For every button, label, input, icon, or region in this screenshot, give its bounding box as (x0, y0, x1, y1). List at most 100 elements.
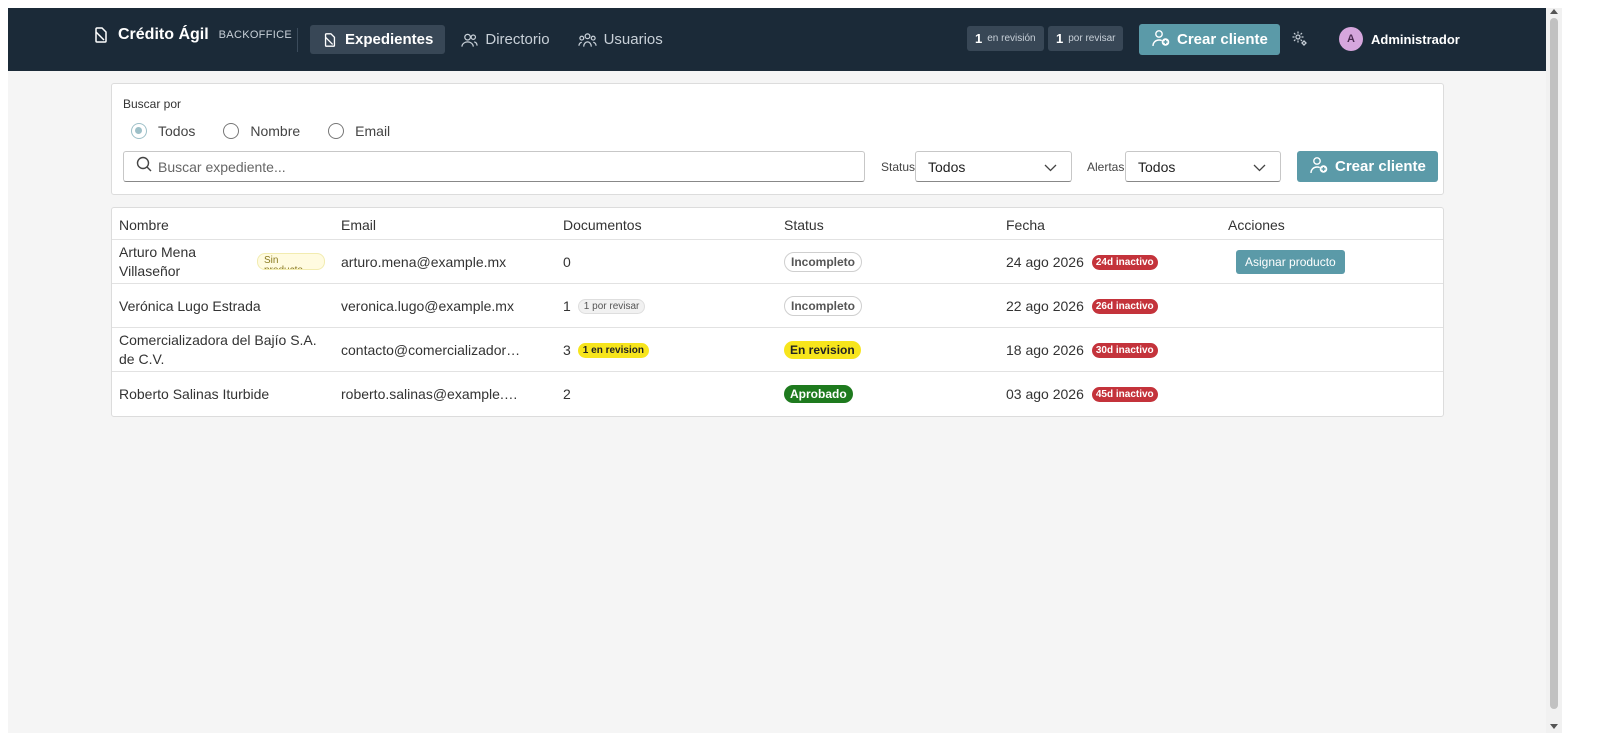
create-client-button-panel[interactable]: Crear cliente (1297, 151, 1438, 182)
client-email: veronica.lugo@example.mx (341, 298, 514, 314)
in-review-badge: 1 en revision (577, 342, 649, 358)
column-header-email[interactable]: Email (341, 217, 376, 233)
date-value: 18 ago 2026 (1006, 342, 1084, 358)
date-value: 03 ago 2026 (1006, 386, 1084, 402)
date-cell: 22 ago 2026 26d inactivo (1006, 284, 1158, 328)
column-header-acciones: Acciones (1228, 217, 1285, 233)
create-client-button[interactable]: Crear cliente (1139, 24, 1280, 55)
inactive-badge: 24d inactivo (1091, 254, 1158, 270)
counter-label: en revisión (987, 33, 1036, 44)
users-icon (461, 32, 479, 48)
date-value: 24 ago 2026 (1006, 254, 1084, 270)
client-name[interactable]: Roberto Salinas Iturbide (119, 372, 329, 416)
nav-directorio[interactable]: Directorio (449, 25, 561, 54)
search-input[interactable] (158, 158, 838, 175)
inactive-badge: 26d inactivo (1091, 298, 1158, 314)
alerts-filter-select[interactable]: Todos (1125, 151, 1281, 182)
status-badge: Incompleto (784, 296, 863, 316)
status-filter-select[interactable]: Todos (915, 151, 1072, 182)
clients-table: Nombre Email Documentos Status Fecha Acc… (111, 207, 1444, 417)
table-row[interactable]: Roberto Salinas Iturbide roberto.salinas… (112, 372, 1443, 416)
documents-cell: 3 1 en revision (563, 328, 649, 372)
scroll-down-icon[interactable] (1550, 724, 1558, 729)
client-name[interactable]: Arturo Mena Villaseñor (119, 240, 259, 284)
table-row[interactable]: Arturo Mena Villaseñor Sin producto artu… (112, 240, 1443, 284)
scrollbar-thumb[interactable] (1550, 18, 1558, 709)
status-filter-value: Todos (928, 158, 966, 175)
date-cell: 24 ago 2026 24d inactivo (1006, 240, 1158, 284)
inactive-badge: 45d inactivo (1091, 386, 1158, 402)
document-icon (322, 32, 338, 48)
search-by-label: Buscar por (123, 97, 182, 111)
avatar: A (1339, 27, 1363, 51)
top-bar: Crédito Ágil BACKOFFICE Expedientes Dire… (8, 8, 1546, 71)
search-panel: Buscar por Todos Nombre Email Buscar exp… (111, 83, 1444, 195)
chevron-down-icon (1044, 159, 1057, 175)
client-name[interactable]: Comercializadora del Bajío S.A. de C.V. (119, 328, 329, 372)
add-user-icon (1151, 29, 1171, 51)
date-value: 22 ago 2026 (1006, 298, 1084, 314)
main-nav: Expedientes Directorio Usuarios (310, 25, 675, 54)
app-window: Crédito Ágil BACKOFFICE Expedientes Dire… (8, 8, 1546, 733)
table-row[interactable]: Verónica Lugo Estrada veronica.lugo@exam… (112, 284, 1443, 328)
no-product-badge: Sin producto (257, 253, 325, 270)
document-icon (92, 26, 110, 44)
create-client-label: Crear cliente (1335, 158, 1426, 175)
actions-cell: Asignar producto (1236, 240, 1345, 284)
status-cell: Incompleto (784, 284, 863, 328)
status-badge: En revision (784, 341, 861, 359)
pending-review-badge: 1 por revisar (577, 298, 646, 314)
column-header-status[interactable]: Status (784, 217, 824, 233)
documents-count: 1 (563, 298, 571, 314)
status-badge: Aprobado (784, 385, 853, 403)
gear-icon[interactable] (1291, 30, 1309, 53)
nav-usuarios[interactable]: Usuarios (566, 25, 675, 54)
header-divider (297, 28, 298, 52)
radio-nombre[interactable]: Nombre (223, 123, 300, 139)
chevron-down-icon (1253, 159, 1266, 175)
page-scrollbar[interactable] (1546, 8, 1562, 733)
user-group-icon (577, 32, 597, 48)
radio-dot[interactable] (131, 123, 147, 139)
scroll-up-icon[interactable] (1550, 9, 1558, 14)
radio-dot[interactable] (223, 123, 240, 139)
search-by-options: Todos Nombre Email (131, 123, 390, 139)
counter-label: por revisar (1068, 33, 1116, 44)
status-filter-label: Status (881, 160, 916, 174)
create-client-label: Crear cliente (1177, 31, 1268, 48)
documents-count: 2 (563, 386, 571, 402)
column-header-fecha[interactable]: Fecha (1006, 217, 1045, 233)
search-icon (136, 156, 152, 177)
documents-count: 0 (563, 254, 571, 270)
counter-en-revision[interactable]: 1 en revisión (967, 26, 1044, 51)
radio-label: Todos (158, 123, 196, 139)
brand-subtitle: BACKOFFICE (218, 29, 292, 41)
counter-count: 1 (1056, 31, 1064, 46)
user-name: Administrador (1371, 31, 1460, 47)
documents-count: 3 (563, 342, 571, 358)
date-cell: 18 ago 2026 30d inactivo (1006, 328, 1158, 372)
add-user-icon (1309, 156, 1329, 178)
assign-product-button[interactable]: Asignar producto (1236, 250, 1345, 274)
user-menu[interactable]: A Administrador (1339, 27, 1460, 51)
radio-todos[interactable]: Todos (131, 123, 195, 139)
table-row[interactable]: Comercializadora del Bajío S.A. de C.V. … (112, 328, 1443, 372)
inactive-badge: 30d inactivo (1091, 342, 1158, 358)
radio-label: Nombre (250, 123, 301, 139)
client-email: roberto.salinas@example.mx (341, 386, 521, 402)
radio-email[interactable]: Email (328, 123, 390, 139)
status-cell: Aprobado (784, 372, 853, 416)
date-cell: 03 ago 2026 45d inactivo (1006, 372, 1158, 416)
column-header-nombre[interactable]: Nombre (119, 217, 169, 233)
radio-dot[interactable] (328, 123, 345, 139)
status-cell: En revision (784, 328, 861, 372)
alerts-filter-value: Todos (1138, 158, 1176, 175)
brand[interactable]: Crédito Ágil BACKOFFICE (92, 26, 292, 44)
column-header-documentos[interactable]: Documentos (563, 217, 642, 233)
client-email: contacto@comercializadora.mx (341, 342, 521, 358)
client-name[interactable]: Verónica Lugo Estrada (119, 284, 329, 328)
counter-por-revisar[interactable]: 1 por revisar (1048, 26, 1124, 51)
nav-expedientes[interactable]: Expedientes (310, 25, 446, 54)
search-box[interactable] (123, 151, 865, 182)
nav-label: Directorio (485, 31, 550, 48)
